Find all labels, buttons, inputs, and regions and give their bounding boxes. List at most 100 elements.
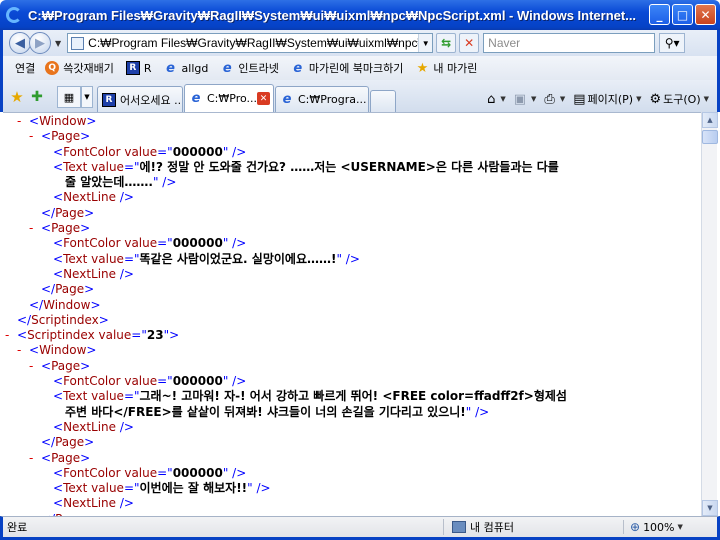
xml-tag: NextLine [63,190,117,205]
favorites-center-button[interactable]: ★ [7,85,27,109]
xml-line: </Window> [3,298,701,313]
tab-label: C:₩Pro... [207,92,258,105]
link-label: allgd [181,61,209,75]
maximize-button[interactable]: □ [672,4,693,25]
address-dropdown-button[interactable]: ▼ [418,34,433,52]
tab-list-dropdown[interactable]: ▼ [81,86,93,108]
xml-tag: Window [39,114,87,128]
command-bar: ⌂ ▼ ▣ ▼ ⎙ ▼ ▤ 페이지(P) ▼ ⚙ 도구(O) ▼ [479,91,717,107]
xml-line: 줄 알았는데……." /> [3,175,701,190]
xml-br: </ [29,297,44,312]
quick-tabs-button[interactable]: ▦ [57,86,81,108]
page-icon: ▤ [573,91,586,107]
xml-br: < [53,144,64,159]
scroll-up-button[interactable]: ▲ [702,112,718,128]
scroll-thumb[interactable] [702,130,718,144]
collapse-toggle[interactable]: - [29,221,41,236]
xml-line: <FontColor value="000000" /> [3,374,701,389]
xml-line: - <Scriptindex value="23"> [3,328,701,343]
xml-br: < [53,251,64,266]
zoom-control[interactable]: ⊕ 100% ▼ [623,520,717,534]
xml-tag: FontColor [63,374,125,389]
close-tab-icon[interactable]: ✕ [257,92,271,105]
search-input[interactable]: Naver [483,33,656,53]
scroll-down-button[interactable]: ▼ [702,500,718,516]
xml-line: <Text value="에!? 정말 안 도와줄 건가요? ……저는 <USE… [3,160,701,175]
xml-br: =" [157,374,173,389]
xml-val: 그래~! 고마워! 자-! 어서 강하고 빠르게 뛰어! <FREE color… [139,389,567,404]
address-input[interactable]: C:₩Program Files₩Gravity₩RagII₩System₩ui… [67,33,434,53]
link-item[interactable]: e 인트라넷 [220,60,279,76]
xml-br: " /> [222,236,247,251]
xml-br: > [90,297,101,312]
zoom-icon: ⊕ [630,520,641,534]
collapse-toggle[interactable]: - [29,129,41,144]
xml-line: - <Page> [3,359,701,374]
feeds-button[interactable]: ▣ ▼ [514,92,537,107]
link-item[interactable]: e allgd [164,61,209,76]
collapse-toggle[interactable]: - [5,328,17,343]
collapse-toggle[interactable]: - [29,451,41,466]
xml-val: 이번에는 잘 해보자!! [139,481,248,496]
home-button[interactable]: ⌂ ▼ [487,92,506,107]
xml-line: <NextLine /> [3,190,701,205]
xml-line: <NextLine /> [3,267,701,282]
xml-line: </Page> [3,435,701,450]
refresh-icon: ⇆ [441,36,452,50]
xml-br: > [86,114,97,128]
vertical-scrollbar[interactable]: ▲ ▼ [701,112,718,516]
xml-val: 000000 [172,374,223,389]
xml-br: > [80,221,91,236]
link-item[interactable]: RR [125,61,152,75]
link-item[interactable]: Q 쓱갓재배기 [45,60,114,76]
collapse-toggle[interactable]: - [29,359,41,374]
new-tab-button[interactable] [370,90,396,112]
back-button[interactable]: ◀ [9,32,31,54]
xml-tag: Scriptindex [31,312,99,327]
add-favorites-button[interactable]: ✚ [27,85,47,109]
xml-br: " /> [336,251,360,266]
xml-line: - <Window> [3,114,701,129]
xml-line: <FontColor value="000000" /> [3,466,701,481]
tab-1[interactable]: R 어서오세요 ... [97,86,183,112]
xml-br: < [41,358,52,373]
xml-br: "> [163,328,180,343]
xml-br: < [29,343,40,358]
xml-br: =" [123,251,140,266]
tools-menu-button[interactable]: ⚙ 도구(O) ▼ [649,91,709,107]
xml-br: " /> [222,144,247,159]
collapse-toggle[interactable]: - [17,343,29,358]
close-button[interactable]: ✕ [695,4,716,25]
print-button[interactable]: ⎙ ▼ [544,92,565,107]
page-menu-button[interactable]: ▤ 페이지(P) ▼ [573,91,641,107]
xml-br: " /> [222,374,247,389]
xml-tag: Page [55,435,85,450]
status-text: 완료 [7,521,28,534]
address-url[interactable]: C:₩Program Files₩Gravity₩RagII₩System₩ui… [88,36,418,50]
xml-tag: NextLine [63,419,117,434]
xml-line: </Page> [3,206,701,221]
xml-attr: value [91,389,124,404]
tab-label: C:₩Progra... [298,93,367,106]
xml-line: - <Page> [3,129,701,144]
xml-tag: Page [55,282,85,297]
forward-button[interactable]: ▶ [29,32,51,54]
minimize-button[interactable]: _ [649,4,670,25]
xml-document-view[interactable]: - <Window> - <Page> <FontColor value="000000… [3,112,701,516]
stop-button[interactable]: ✕ [459,33,480,53]
xml-br: > [84,205,95,220]
favorites-star-icon: ★ [10,88,24,106]
collapse-toggle[interactable]: - [17,114,29,129]
xml-val: 주변 바다</FREE>를 샅샅이 뒤져봐! 샤크들이 너의 손길을 기다리고 … [65,404,466,419]
security-zone[interactable]: 내 컴퓨터 [443,519,623,535]
tab-3[interactable]: e C:₩Progra... [275,86,369,112]
stop-icon: ✕ [464,36,475,50]
back-arrow-icon: ◀ [15,35,25,51]
search-button[interactable]: ⚲▾ [659,33,686,53]
history-dropdown-button[interactable]: ▼ [55,39,61,48]
xml-tag: Text [63,159,92,174]
refresh-button[interactable]: ⇆ [436,33,457,53]
link-item[interactable]: ★ 내 마가린 [415,60,478,76]
link-item[interactable]: e 마가린에 북마크하기 [291,60,403,76]
tab-2-active[interactable]: e C:₩Pro... ✕ [184,84,274,112]
